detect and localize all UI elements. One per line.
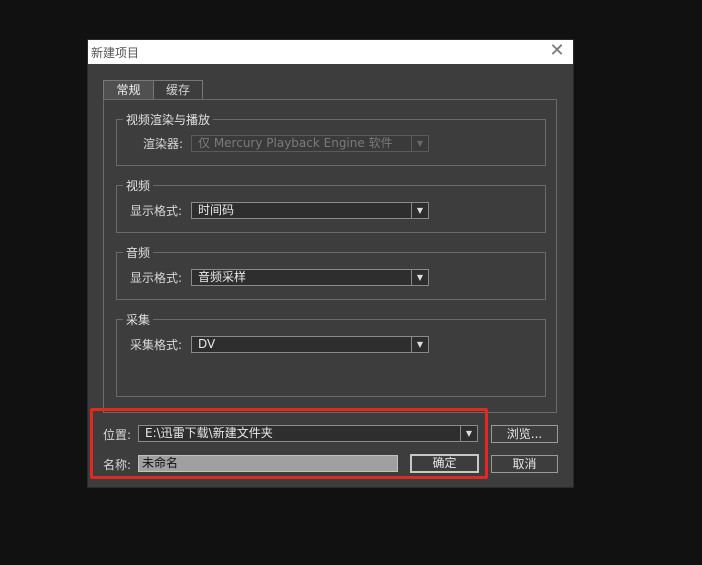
video-display-format-select[interactable]: 时间码 ▼ bbox=[191, 202, 429, 219]
renderer-label: 渲染器: bbox=[143, 137, 184, 151]
location-select[interactable]: E:\迅雷下载\新建文件夹 ▼ bbox=[138, 425, 478, 442]
browse-button[interactable]: 浏览... bbox=[491, 425, 558, 443]
dialog-title: 新建项目 bbox=[91, 46, 140, 60]
project-name-input[interactable]: 未命名 bbox=[138, 455, 398, 472]
audio-group: 音频 显示格式: 音频采样 ▼ bbox=[116, 244, 546, 300]
audio-group-title: 音频 bbox=[123, 244, 154, 261]
audio-display-format-label: 显示格式: bbox=[130, 271, 183, 285]
chevron-down-icon: ▼ bbox=[411, 136, 428, 151]
video-group-title: 视频 bbox=[123, 177, 154, 194]
cancel-button[interactable]: 取消 bbox=[491, 455, 558, 473]
location-value: E:\迅雷下载\新建文件夹 bbox=[145, 426, 273, 440]
tab-general[interactable]: 常规 bbox=[103, 80, 154, 100]
renderer-select-value: 仅 Mercury Playback Engine 软件 bbox=[198, 136, 393, 150]
location-label: 位置: bbox=[103, 428, 132, 442]
audio-display-format-value: 音频采样 bbox=[198, 270, 247, 284]
capture-format-label: 采集格式: bbox=[130, 338, 183, 352]
title-bar[interactable]: 新建项目 ✕ bbox=[88, 40, 573, 64]
general-tab-panel: 视频渲染与播放 渲染器: 仅 Mercury Playback Engine 软… bbox=[103, 99, 557, 413]
capture-group: 采集 采集格式: DV ▼ bbox=[116, 311, 546, 397]
video-display-format-label: 显示格式: bbox=[130, 204, 183, 218]
close-icon[interactable]: ✕ bbox=[547, 41, 567, 61]
audio-display-format-select[interactable]: 音频采样 ▼ bbox=[191, 269, 429, 286]
capture-format-select[interactable]: DV ▼ bbox=[191, 336, 429, 353]
ok-button[interactable]: 确定 bbox=[410, 454, 479, 473]
capture-format-value: DV bbox=[198, 337, 216, 351]
chevron-down-icon[interactable]: ▼ bbox=[460, 426, 477, 441]
chevron-down-icon[interactable]: ▼ bbox=[411, 270, 428, 285]
render-playback-group: 视频渲染与播放 渲染器: 仅 Mercury Playback Engine 软… bbox=[116, 111, 546, 166]
video-group: 视频 显示格式: 时间码 ▼ bbox=[116, 177, 546, 233]
capture-group-title: 采集 bbox=[123, 311, 154, 328]
video-display-format-value: 时间码 bbox=[198, 203, 235, 217]
render-playback-group-title: 视频渲染与播放 bbox=[123, 111, 214, 128]
name-label: 名称: bbox=[103, 458, 132, 472]
tab-cache[interactable]: 缓存 bbox=[153, 80, 203, 100]
chevron-down-icon[interactable]: ▼ bbox=[411, 203, 428, 218]
chevron-down-icon[interactable]: ▼ bbox=[411, 337, 428, 352]
new-project-dialog: 新建项目 ✕ 常规 缓存 视频渲染与播放 渲染器: 仅 Mercury Play… bbox=[87, 39, 574, 488]
renderer-select: 仅 Mercury Playback Engine 软件 ▼ bbox=[191, 135, 429, 152]
